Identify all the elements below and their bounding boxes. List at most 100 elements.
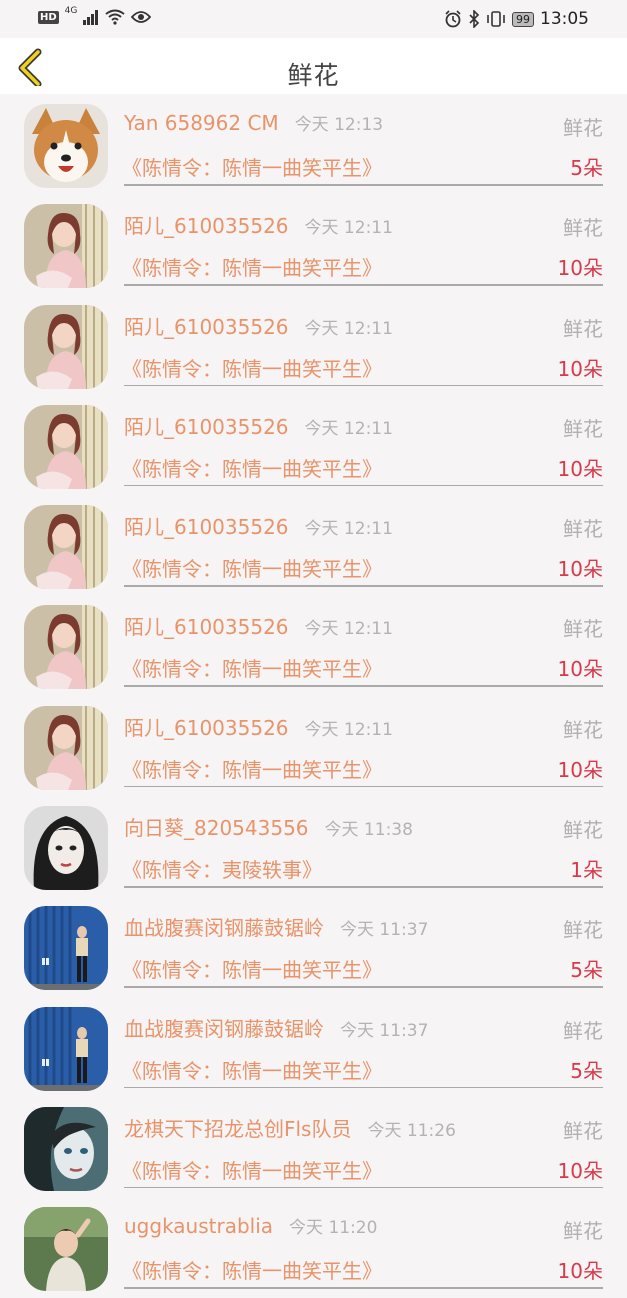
user-name-line: 血战腹赛闵钢藤鼓锯岭 今天 11:37 bbox=[124, 1013, 428, 1042]
wifi-icon bbox=[105, 9, 125, 25]
avatar[interactable] bbox=[24, 505, 108, 590]
gift-count: 10朵 bbox=[557, 657, 603, 682]
user-name[interactable]: 陌儿_610035526 bbox=[124, 615, 289, 639]
avatar[interactable] bbox=[24, 1006, 108, 1091]
network-type-label: 4G bbox=[64, 6, 78, 16]
user-name-line: 陌儿_610035526 今天 12:11 bbox=[124, 311, 393, 340]
gift-count: 10朵 bbox=[557, 1158, 603, 1183]
gift-count: 10朵 bbox=[557, 557, 603, 582]
avatar[interactable] bbox=[24, 404, 108, 489]
gift-type: 鲜花 bbox=[563, 517, 603, 542]
gift-count: 5朵 bbox=[570, 1058, 603, 1083]
record-time: 今天 12:11 bbox=[304, 418, 393, 439]
gift-count: 10朵 bbox=[557, 256, 603, 281]
gift-type: 鲜花 bbox=[563, 1018, 603, 1043]
record-time: 今天 12:11 bbox=[304, 719, 393, 740]
gift-count: 10朵 bbox=[557, 757, 603, 782]
gift-count: 5朵 bbox=[570, 156, 603, 180]
vibrate-icon bbox=[487, 11, 505, 27]
header: 鲜花 bbox=[0, 38, 627, 94]
user-name-line: Yan 658962 CM 今天 12:13 bbox=[124, 110, 383, 135]
user-name[interactable]: 血战腹赛闵钢藤鼓锯岭 bbox=[124, 1017, 324, 1041]
bluetooth-icon bbox=[469, 10, 480, 28]
gift-type: 鲜花 bbox=[563, 316, 603, 341]
list-item[interactable]: 陌儿_610035526 今天 12:11 鲜花《陈情令：陈情一曲笑平生》 10朵 bbox=[0, 495, 627, 595]
list-item[interactable]: 血战腹赛闵钢藤鼓锯岭 今天 11:37 鲜花《陈情令：陈情一曲笑平生》 5朵 bbox=[0, 997, 627, 1097]
user-name[interactable]: 龙棋天下招龙总创Fls队员 bbox=[124, 1117, 351, 1141]
signal-icon bbox=[83, 10, 99, 25]
flower-record-list: Yan 658962 CM 今天 12:13 鲜花 《陈情令：陈情一曲笑平生》 5朵 陌儿… bbox=[0, 94, 627, 1298]
drama-title[interactable]: 《陈情令：陈情一曲笑平生》 bbox=[122, 653, 382, 682]
drama-title[interactable]: 《陈情令：陈情一曲笑平生》 bbox=[122, 553, 382, 582]
eye-icon bbox=[131, 11, 152, 23]
user-name[interactable]: 血战腹赛闵钢藤鼓锯岭 bbox=[124, 916, 324, 940]
gift-type: 鲜花 bbox=[563, 918, 603, 943]
drama-title[interactable]: 《陈情令：陈情一曲笑平生》 bbox=[122, 754, 382, 783]
avatar[interactable] bbox=[24, 1106, 108, 1191]
user-name[interactable]: 陌儿_610035526 bbox=[124, 315, 289, 339]
avatar[interactable] bbox=[24, 104, 108, 188]
alarm-icon bbox=[445, 10, 461, 28]
gift-count: 10朵 bbox=[557, 356, 603, 381]
gift-count: 10朵 bbox=[557, 456, 603, 481]
avatar[interactable] bbox=[24, 705, 108, 790]
battery-icon: 99 bbox=[512, 11, 534, 27]
drama-title[interactable]: 《陈情令：陈情一曲笑平生》 bbox=[122, 453, 382, 482]
list-item[interactable]: 血战腹赛闵钢藤鼓锯岭 今天 11:37 鲜花《陈情令：陈情一曲笑平生》 5朵 bbox=[0, 896, 627, 996]
hd-icon: HD bbox=[38, 10, 59, 24]
list-item[interactable]: 陌儿_610035526 今天 12:11 鲜花《陈情令：陈情一曲笑平生》 10朵 bbox=[0, 395, 627, 495]
avatar[interactable] bbox=[24, 605, 108, 690]
record-time: 今天 11:37 bbox=[340, 920, 429, 941]
user-name[interactable]: 陌儿_610035526 bbox=[124, 214, 289, 238]
list-item[interactable]: 向日葵_820543556 今天 11:38 鲜花《陈情令：夷陵轶事》 1朵 bbox=[0, 796, 627, 896]
divider bbox=[124, 484, 603, 487]
gift-type: 鲜花 bbox=[563, 717, 603, 742]
drama-title[interactable]: 《陈情令：夷陵轶事》 bbox=[122, 854, 322, 883]
user-name[interactable]: uggkaustrablia bbox=[124, 1214, 273, 1238]
list-item[interactable]: Yan 658962 CM 今天 12:13 鲜花《陈情令：陈情一曲笑平生》 5朵 bbox=[0, 94, 627, 194]
user-name-line: 向日葵_820543556 今天 11:38 bbox=[124, 812, 413, 841]
list-item[interactable]: uggkaustrablia 今天 11:20 鲜花 《陈情令：陈情一曲笑平生》 10朵 bbox=[0, 1197, 627, 1297]
gift-count: 1朵 bbox=[570, 858, 603, 883]
avatar[interactable] bbox=[24, 806, 108, 891]
user-name[interactable]: Yan 658962 CM bbox=[124, 111, 279, 135]
user-name[interactable]: 向日葵_820543556 bbox=[124, 816, 309, 840]
drama-title[interactable]: 《陈情令：陈情一曲笑平生》 bbox=[122, 1155, 382, 1184]
clock: 13:05 bbox=[540, 9, 589, 29]
user-name-line: 血战腹赛闵钢藤鼓锯岭 今天 11:37 bbox=[124, 912, 428, 941]
gift-type: 鲜花 bbox=[563, 416, 603, 441]
gift-type: 鲜花 bbox=[563, 116, 603, 140]
divider bbox=[124, 384, 603, 387]
drama-title[interactable]: 《陈情令：陈情一曲笑平生》 bbox=[122, 954, 382, 983]
drama-title[interactable]: 《陈情令：陈情一曲笑平生》 bbox=[122, 252, 382, 281]
divider bbox=[124, 785, 603, 788]
list-item[interactable]: 龙棋天下招龙总创Fls队员 今天 11:26 鲜花 《陈情令：陈情一曲笑平生》 10朵 bbox=[0, 1097, 627, 1197]
record-time: 今天 11:38 bbox=[324, 820, 413, 841]
list-item[interactable]: 陌儿_610035526 今天 12:11 鲜花《陈情令：陈情一曲笑平生》 10朵 bbox=[0, 194, 627, 294]
user-name[interactable]: 陌儿_610035526 bbox=[124, 716, 289, 740]
user-name[interactable]: 陌儿_610035526 bbox=[124, 415, 289, 439]
status-bar: HD 4G 99 13:05 bbox=[0, 0, 627, 38]
record-time: 今天 12:11 bbox=[304, 318, 393, 339]
drama-title[interactable]: 《陈情令：陈情一曲笑平生》 bbox=[122, 353, 382, 382]
gift-count: 5朵 bbox=[570, 958, 603, 983]
avatar[interactable] bbox=[24, 204, 108, 289]
divider bbox=[124, 284, 603, 286]
record-time: 今天 11:37 bbox=[340, 1020, 429, 1041]
user-name-line: 陌儿_610035526 今天 12:11 bbox=[124, 511, 393, 540]
divider bbox=[124, 685, 603, 687]
record-time: 今天 12:11 bbox=[304, 218, 393, 239]
drama-title[interactable]: 《陈情令：陈情一曲笑平生》 bbox=[122, 1055, 382, 1084]
drama-title[interactable]: 《陈情令：陈情一曲笑平生》 bbox=[122, 152, 382, 181]
avatar[interactable] bbox=[24, 304, 108, 389]
user-name[interactable]: 陌儿_610035526 bbox=[124, 515, 289, 539]
gift-type: 鲜花 bbox=[563, 818, 603, 843]
avatar[interactable] bbox=[24, 1207, 108, 1292]
list-item[interactable]: 陌儿_610035526 今天 12:11 鲜花《陈情令：陈情一曲笑平生》 10朵 bbox=[0, 696, 627, 796]
gift-type: 鲜花 bbox=[563, 1118, 603, 1143]
list-item[interactable]: 陌儿_610035526 今天 12:11 鲜花《陈情令：陈情一曲笑平生》 10朵 bbox=[0, 295, 627, 395]
record-time: 今天 12:11 bbox=[304, 619, 393, 640]
list-item[interactable]: 陌儿_610035526 今天 12:11 鲜花 《陈情令：陈情一曲笑平生》 10朵 bbox=[0, 595, 627, 695]
avatar[interactable] bbox=[24, 906, 108, 991]
gift-type: 鲜花 bbox=[563, 216, 603, 241]
